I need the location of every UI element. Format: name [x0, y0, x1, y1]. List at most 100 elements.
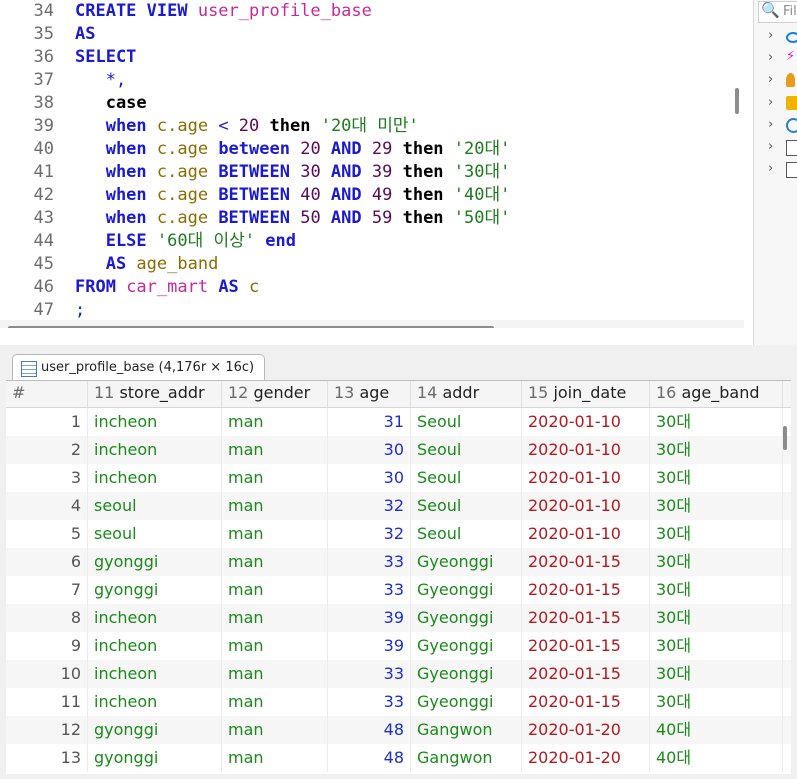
age-cell[interactable]: 33 [328, 688, 411, 716]
code-line[interactable]: *, [75, 69, 126, 92]
join-date-cell[interactable]: 2020-01-10 [522, 492, 650, 520]
code-line[interactable]: AS age_band [75, 253, 219, 276]
navigator-tree-item[interactable]: › [768, 95, 797, 115]
store-addr-cell[interactable]: incheon [88, 688, 222, 716]
col-header-age-band[interactable]: 16 age_band [650, 381, 783, 407]
navigator-tree-item[interactable]: › [768, 117, 797, 137]
addr-cell[interactable]: Seoul [411, 408, 522, 436]
addr-cell[interactable]: Gyeonggi [411, 576, 522, 604]
gender-cell[interactable]: man [222, 520, 328, 548]
store-addr-cell[interactable]: incheon [88, 436, 222, 464]
gender-cell[interactable]: man [222, 716, 328, 744]
table-row[interactable]: 13 gyonggi man 48 Gangwon 2020-01-20 40대 [6, 744, 791, 772]
code-area[interactable]: CREATE VIEW user_profile_base AS SELECT *,… [75, 0, 735, 320]
addr-cell[interactable]: Gangwon [411, 744, 522, 772]
store-addr-cell[interactable]: incheon [88, 464, 222, 492]
join-date-cell[interactable]: 2020-01-15 [522, 688, 650, 716]
age-cell[interactable]: 30 [328, 436, 411, 464]
table-row[interactable]: 5 seoul man 32 Seoul 2020-01-10 30대 [6, 520, 791, 548]
code-line[interactable]: CREATE VIEW user_profile_base [75, 0, 372, 23]
row-number[interactable]: 5 [6, 520, 88, 548]
join-date-cell[interactable]: 2020-01-20 [522, 716, 650, 744]
code-line[interactable]: when c.age BETWEEN 50 AND 59 then '50대' [75, 207, 511, 230]
addr-cell[interactable]: Gyeonggi [411, 688, 522, 716]
code-line[interactable]: AS [75, 23, 95, 46]
addr-cell[interactable]: Gyeonggi [411, 632, 522, 660]
chevron-right-icon[interactable]: › [768, 95, 773, 110]
age-cell[interactable]: 39 [328, 632, 411, 660]
table-row[interactable]: 8 incheon man 39 Gyeonggi 2020-01-15 30대 [6, 604, 791, 632]
code-line[interactable]: ELSE '60대 이상' end [75, 230, 296, 253]
store-addr-cell[interactable]: gyonggi [88, 716, 222, 744]
code-line[interactable]: when c.age BETWEEN 30 AND 39 then '30대' [75, 161, 511, 184]
table-row[interactable]: 3 incheon man 30 Seoul 2020-01-10 30대 [6, 464, 791, 492]
chevron-right-icon[interactable]: › [768, 161, 773, 176]
age-band-cell[interactable]: 30대 [650, 576, 783, 604]
age-cell[interactable]: 48 [328, 716, 411, 744]
code-line[interactable]: SELECT [75, 46, 136, 69]
gender-cell[interactable]: man [222, 408, 328, 436]
age-cell[interactable]: 32 [328, 520, 411, 548]
age-cell[interactable]: 48 [328, 744, 411, 772]
row-number[interactable]: 9 [6, 632, 88, 660]
join-date-cell[interactable]: 2020-01-15 [522, 576, 650, 604]
age-cell[interactable]: 33 [328, 660, 411, 688]
editor-horizontal-scroll-thumb[interactable] [8, 326, 494, 328]
table-row[interactable]: 12 gyonggi man 48 Gangwon 2020-01-20 40대 [6, 716, 791, 744]
navigator-tree-item[interactable]: › [768, 28, 797, 48]
gender-cell[interactable]: man [222, 632, 328, 660]
join-date-cell[interactable]: 2020-01-10 [522, 464, 650, 492]
grid-vertical-scroll-thumb[interactable] [783, 426, 787, 450]
store-addr-cell[interactable]: incheon [88, 660, 222, 688]
navigator-tree-item[interactable]: › [768, 161, 797, 181]
age-cell[interactable]: 32 [328, 492, 411, 520]
navigator-tree-item[interactable]: › [768, 72, 797, 92]
gender-cell[interactable]: man [222, 492, 328, 520]
age-band-cell[interactable]: 40대 [650, 744, 783, 772]
age-band-cell[interactable]: 30대 [650, 436, 783, 464]
result-tab[interactable]: user_profile_base (4,176r × 16c) [12, 354, 266, 381]
gender-cell[interactable]: man [222, 436, 328, 464]
age-band-cell[interactable]: 40대 [650, 716, 783, 744]
row-number[interactable]: 12 [6, 716, 88, 744]
code-line[interactable]: FROM car_mart AS c [75, 276, 259, 299]
chevron-right-icon[interactable]: › [768, 72, 773, 87]
addr-cell[interactable]: Gyeonggi [411, 604, 522, 632]
join-date-cell[interactable]: 2020-01-20 [522, 744, 650, 772]
chevron-right-icon[interactable]: › [768, 139, 773, 154]
addr-cell[interactable]: Gyeonggi [411, 660, 522, 688]
join-date-cell[interactable]: 2020-01-10 [522, 436, 650, 464]
store-addr-cell[interactable]: incheon [88, 632, 222, 660]
join-date-cell[interactable]: 2020-01-15 [522, 632, 650, 660]
col-header-index[interactable]: # [6, 381, 88, 407]
chevron-right-icon[interactable]: › [768, 28, 773, 43]
navigator-tree-item[interactable]: › [768, 139, 797, 159]
table-row[interactable]: 11 incheon man 33 Gyeonggi 2020-01-15 30대 [6, 688, 791, 716]
addr-cell[interactable]: Seoul [411, 464, 522, 492]
row-number[interactable]: 13 [6, 744, 88, 772]
table-row[interactable]: 7 gyonggi man 33 Gyeonggi 2020-01-15 30대 [6, 576, 791, 604]
editor-vertical-scroll-thumb[interactable] [735, 88, 739, 114]
age-band-cell[interactable]: 30대 [650, 464, 783, 492]
navigator-filter-input[interactable]: 🔍 Fil [758, 1, 797, 23]
row-number[interactable]: 7 [6, 576, 88, 604]
age-cell[interactable]: 30 [328, 464, 411, 492]
age-cell[interactable]: 33 [328, 576, 411, 604]
row-number[interactable]: 6 [6, 548, 88, 576]
join-date-cell[interactable]: 2020-01-10 [522, 520, 650, 548]
store-addr-cell[interactable]: seoul [88, 520, 222, 548]
col-header-age[interactable]: 13 age [328, 381, 411, 407]
col-header-store-addr[interactable]: 11 store_addr [88, 381, 222, 407]
age-band-cell[interactable]: 30대 [650, 688, 783, 716]
join-date-cell[interactable]: 2020-01-15 [522, 604, 650, 632]
table-row[interactable]: 9 incheon man 39 Gyeonggi 2020-01-15 30대 [6, 632, 791, 660]
age-cell[interactable]: 31 [328, 408, 411, 436]
navigator-tree-item[interactable]: › ⚡ [768, 49, 797, 70]
gender-cell[interactable]: man [222, 548, 328, 576]
store-addr-cell[interactable]: gyonggi [88, 576, 222, 604]
row-number[interactable]: 8 [6, 604, 88, 632]
col-header-gender[interactable]: 12 gender [222, 381, 328, 407]
row-number[interactable]: 1 [6, 408, 88, 436]
store-addr-cell[interactable]: gyonggi [88, 548, 222, 576]
table-row[interactable]: 10 incheon man 33 Gyeonggi 2020-01-15 30대 [6, 660, 791, 688]
